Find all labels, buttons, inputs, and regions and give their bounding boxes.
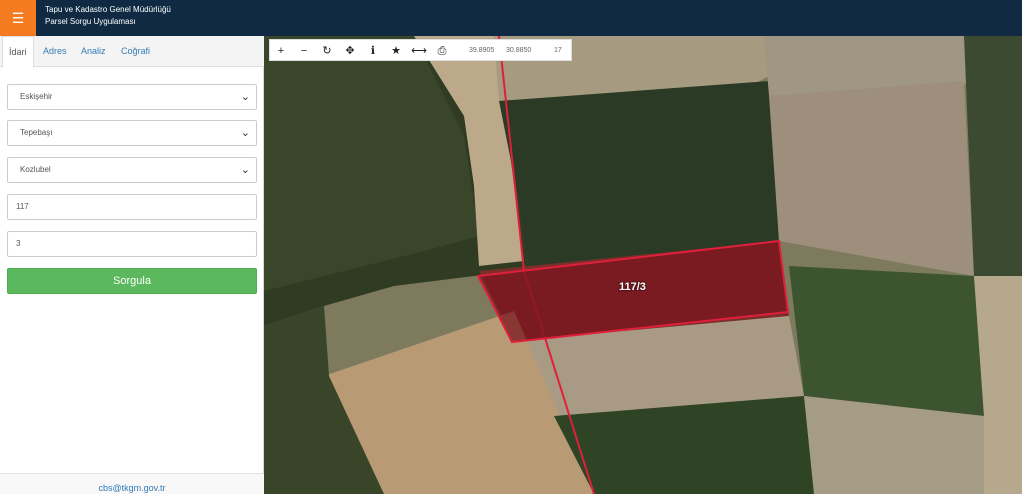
tab-idari[interactable]: İdari — [2, 36, 34, 68]
chevron-down-icon: ⌄ — [240, 127, 250, 139]
coord-latitude: 39.8905 — [469, 47, 495, 54]
title-line-2: Parsel Sorgu Uygulaması — [45, 17, 136, 26]
district-value: Tepebaşı — [20, 128, 53, 137]
sidebar: İdari Adres Analiz Coğrafi Eskişehir ⌄ T… — [0, 36, 264, 494]
zoom-out-icon[interactable]: − — [293, 40, 315, 62]
chevron-down-icon: ⌄ — [240, 91, 250, 103]
parcel-value: 3 — [16, 239, 21, 248]
app-title: Tapu ve Kadastro Genel Müdürlüğü Parsel … — [45, 4, 171, 28]
block-value: 117 — [16, 202, 29, 211]
top-bar: ☰ Tapu ve Kadastro Genel Müdürlüğü Parse… — [0, 0, 1022, 36]
chevron-down-icon: ⌄ — [240, 164, 250, 176]
neighborhood-select[interactable]: Kozlubel ⌄ — [7, 157, 257, 183]
footer: cbs@tkgm.gov.tr — [0, 473, 264, 494]
zoom-in-icon[interactable]: + — [270, 40, 292, 62]
map-view[interactable]: 117/3 + − ↻ ✥ ℹ ★ ⟷ ⎙ 39.8905 30.8850 17 — [264, 36, 1022, 494]
parcel-label: 117/3 — [619, 281, 646, 293]
district-select[interactable]: Tepebaşı ⌄ — [7, 120, 257, 146]
map-toolbar: + − ↻ ✥ ℹ ★ ⟷ ⎙ 39.8905 30.8850 17 — [269, 39, 572, 61]
zoom-level: 17 — [554, 47, 562, 54]
tab-analiz[interactable]: Analiz — [81, 36, 106, 67]
parcel-input[interactable]: 3 — [7, 231, 257, 257]
measure-icon[interactable]: ⟷ — [408, 40, 430, 62]
satellite-map[interactable] — [264, 36, 1022, 494]
refresh-icon[interactable]: ↻ — [316, 40, 338, 62]
info-icon[interactable]: ℹ — [362, 40, 384, 62]
province-select[interactable]: Eskişehir ⌄ — [7, 84, 257, 110]
province-value: Eskişehir — [20, 92, 53, 101]
tab-adres[interactable]: Adres — [43, 36, 67, 67]
footer-email-link[interactable]: cbs@tkgm.gov.tr — [99, 483, 166, 493]
star-icon[interactable]: ★ — [385, 40, 407, 62]
block-input[interactable]: 117 — [7, 194, 257, 220]
query-button[interactable]: Sorgula — [7, 268, 257, 294]
tab-bar: İdari Adres Analiz Coğrafi — [0, 36, 264, 68]
print-icon[interactable]: ⎙ — [431, 40, 453, 62]
coord-longitude: 30.8850 — [506, 47, 532, 54]
menu-button[interactable]: ☰ — [0, 0, 36, 36]
hamburger-icon: ☰ — [11, 10, 25, 26]
title-line-1: Tapu ve Kadastro Genel Müdürlüğü — [45, 5, 171, 14]
locate-icon[interactable]: ✥ — [339, 40, 361, 62]
tab-cografi[interactable]: Coğrafi — [121, 36, 150, 67]
neighborhood-value: Kozlubel — [20, 165, 51, 174]
